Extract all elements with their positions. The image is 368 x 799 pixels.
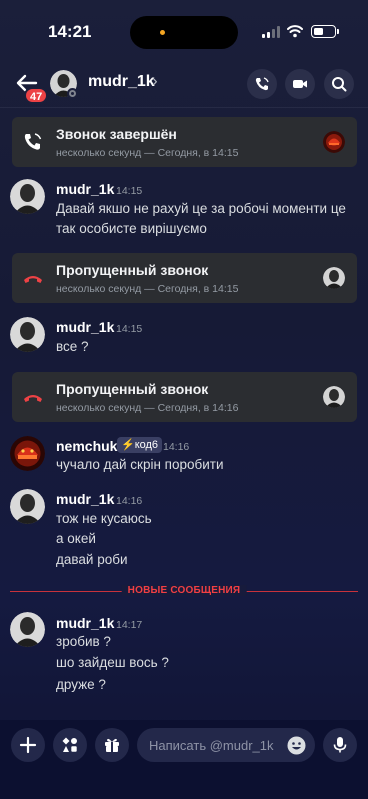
new-messages-label: НОВЫЕ СООБЩЕНИЯ [121, 585, 247, 596]
unread-badge: 47 [24, 87, 49, 104]
apps-button[interactable] [53, 728, 87, 762]
avatar[interactable] [10, 179, 45, 214]
missed-call-icon [24, 395, 42, 402]
message-text: шо зайдеш вось ? [56, 655, 169, 670]
message-composer [0, 720, 368, 799]
gift-icon [105, 738, 119, 752]
message-timestamp: 14:17 [116, 619, 143, 631]
add-attachment-button[interactable] [11, 728, 45, 762]
missed-call-card: Пропущенный звонок несколько секунд — Се… [12, 372, 357, 422]
microphone-icon [333, 737, 347, 753]
call-subtitle: несколько секунд — Сегодня, в 14:16 [56, 402, 239, 414]
emoji-icon[interactable] [287, 736, 306, 755]
call-ended-card: Звонок завершён несколько секунд — Сегод… [12, 117, 357, 167]
avatar[interactable] [10, 489, 45, 524]
call-title: Звонок завершён [56, 126, 177, 142]
message-timestamp: 14:15 [116, 185, 143, 197]
missed-call-card: Пропущенный звонок несколько секунд — Се… [12, 253, 357, 303]
message-author[interactable]: mudr_1k [56, 491, 114, 507]
call-subtitle: несколько секунд — Сегодня, в 14:15 [56, 147, 239, 159]
status-time: 14:21 [48, 22, 92, 41]
voice-message-button[interactable] [323, 728, 357, 762]
guild-tag-badge[interactable]: ⚡код6 [117, 437, 163, 453]
voice-call-button[interactable] [247, 69, 277, 99]
avatar[interactable] [10, 317, 45, 352]
message-author[interactable]: mudr_1k [56, 615, 114, 631]
avatar[interactable] [10, 612, 45, 647]
wifi-icon [287, 25, 303, 38]
message-author[interactable]: nemchuk [56, 438, 117, 454]
message-text: зробив ? [56, 634, 111, 649]
message-text: чучало дай скрін поробити [56, 457, 224, 472]
message-text: все ? [56, 339, 89, 354]
message-text: а окей [56, 531, 96, 546]
call-title: Пропущенный звонок [56, 381, 209, 397]
dynamic-island [130, 16, 238, 49]
conversation-header: 47 mudr_1k › [0, 58, 368, 108]
video-call-button[interactable] [285, 69, 315, 99]
battery-icon [311, 25, 339, 38]
missed-call-icon [24, 276, 42, 283]
call-subtitle: несколько секунд — Сегодня, в 14:15 [56, 283, 239, 295]
message-timestamp: 14:16 [116, 495, 143, 507]
plus-icon [19, 736, 37, 754]
status-bar: 14:21 [0, 0, 368, 56]
participant-avatar [323, 386, 345, 408]
message-text: давай роби [56, 552, 128, 567]
page-title[interactable]: mudr_1k [88, 73, 155, 91]
message-author[interactable]: mudr_1k [56, 181, 114, 197]
participant-avatar [323, 131, 345, 153]
video-camera-icon [293, 80, 307, 88]
call-ended-icon [24, 133, 42, 150]
message-text: Давай якшо не рахуй це за робочі моменти… [56, 201, 346, 216]
offline-status-icon [67, 88, 78, 99]
message-author[interactable]: mudr_1k [56, 319, 114, 335]
chevron-right-icon[interactable]: › [152, 71, 158, 91]
search-icon [332, 77, 347, 92]
search-button[interactable] [324, 69, 354, 99]
gift-button[interactable] [95, 728, 129, 762]
message-timestamp: 14:15 [116, 323, 143, 335]
message-timestamp: 14:16 [163, 441, 190, 453]
phone-icon [255, 77, 269, 91]
avatar[interactable] [10, 436, 45, 471]
apps-icon [62, 737, 77, 752]
participant-avatar [323, 267, 345, 289]
message-text: друже ? [56, 677, 106, 692]
signal-icon [262, 26, 280, 38]
message-text: тож не кусаюсь [56, 511, 152, 526]
call-title: Пропущенный звонок [56, 262, 209, 278]
message-text: так особисте вирішуємо [56, 221, 207, 236]
